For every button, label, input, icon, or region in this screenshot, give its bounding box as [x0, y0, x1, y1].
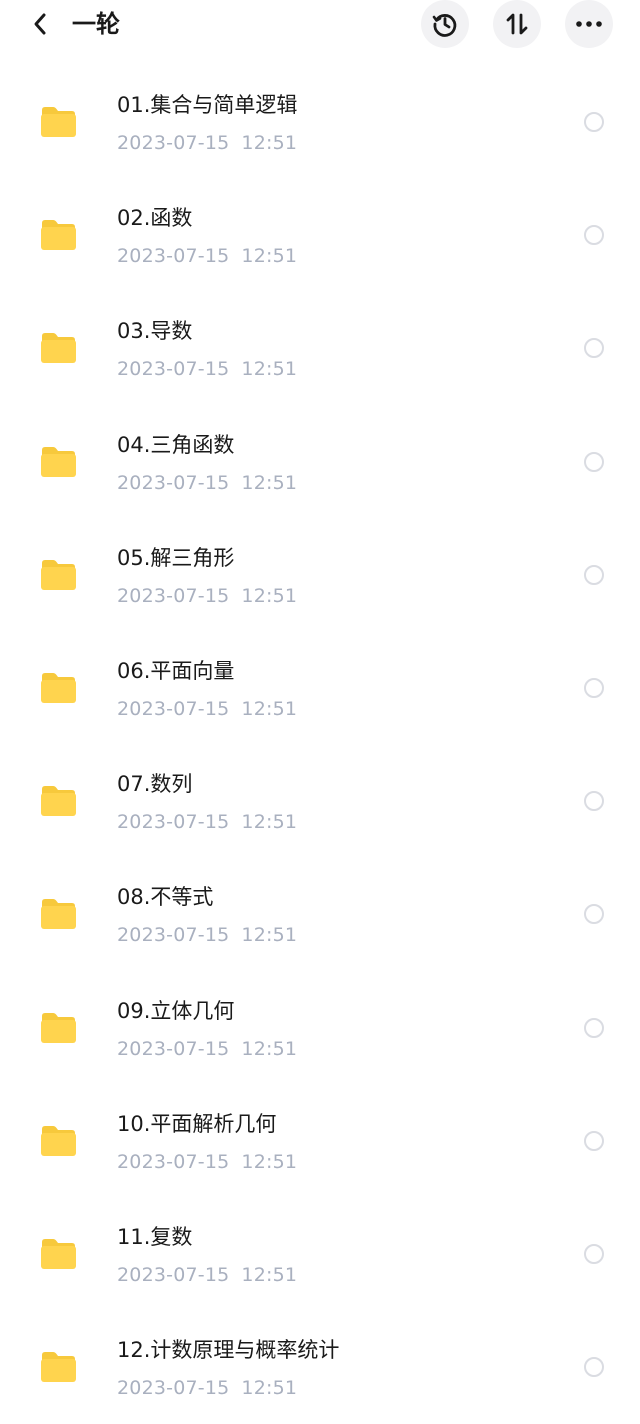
item-name: 04.三角函数 [117, 432, 235, 457]
history-button[interactable] [421, 0, 469, 48]
item-name: 11.复数 [117, 1224, 193, 1249]
header: 一轮 [0, 0, 640, 48]
item-meta: 2023-07-15 12:51 [117, 356, 297, 382]
item-date: 2023-07-15 [117, 245, 230, 268]
item-name: 05.解三角形 [117, 545, 235, 570]
select-radio[interactable] [584, 112, 604, 132]
select-radio[interactable] [584, 1243, 604, 1264]
sort-button[interactable] [493, 0, 541, 48]
more-icon [576, 21, 602, 27]
list-item[interactable]: 11.复数 2023-07-15 12:51 [0, 1198, 640, 1311]
folder-icon [41, 1012, 76, 1043]
item-meta: 2023-07-15 12:51 [117, 1036, 297, 1062]
item-date: 2023-07-15 [117, 811, 230, 834]
item-meta: 2023-07-15 12:51 [117, 809, 297, 835]
item-time: 12:51 [241, 1263, 298, 1286]
folder-icon [41, 446, 76, 477]
more-button[interactable] [565, 0, 613, 48]
page-title: 一轮 [72, 10, 120, 38]
list-item[interactable]: 06.平面向量 2023-07-15 12:51 [0, 632, 640, 745]
item-name: 02.函数 [117, 206, 193, 231]
item-date: 2023-07-15 [117, 471, 230, 494]
folder-icon [41, 559, 76, 590]
item-date: 2023-07-15 [117, 1037, 230, 1060]
item-name: 03.导数 [117, 319, 193, 344]
folder-icon [41, 220, 76, 251]
list-item[interactable]: 05.解三角形 2023-07-15 12:51 [0, 519, 640, 632]
item-date: 2023-07-15 [117, 1150, 230, 1173]
select-radio[interactable] [584, 225, 604, 246]
item-name: 08.不等式 [117, 885, 214, 910]
list-item[interactable]: 12.计数原理与概率统计 2023-07-15 12:51 [0, 1311, 640, 1424]
item-time: 12:51 [241, 924, 298, 947]
item-time: 12:51 [241, 811, 298, 834]
item-name: 06.平面向量 [117, 658, 235, 683]
list-item[interactable]: 03.导数 2023-07-15 12:51 [0, 292, 640, 405]
item-time: 12:51 [241, 471, 298, 494]
item-time: 12:51 [241, 132, 298, 154]
list-item[interactable]: 02.函数 2023-07-15 12:51 [0, 179, 640, 292]
select-radio[interactable] [584, 677, 604, 698]
list-item[interactable]: 09.立体几何 2023-07-15 12:51 [0, 972, 640, 1085]
folder-icon [41, 786, 76, 817]
item-name: 01.集合与简单逻辑 [117, 93, 298, 117]
item-meta: 2023-07-15 12:51 [117, 696, 297, 722]
item-name: 12.计数原理与概率统计 [117, 1338, 340, 1363]
item-meta: 2023-07-15 12:51 [117, 130, 297, 156]
file-list: 01.集合与简单逻辑 2023-07-15 12:51 02.函数 2023-07… [0, 66, 640, 1424]
item-meta: 2023-07-15 12:51 [117, 583, 297, 609]
list-item[interactable]: 10.平面解析几何 2023-07-15 12:51 [0, 1085, 640, 1198]
sort-icon [506, 13, 528, 35]
select-radio[interactable] [584, 564, 604, 585]
item-time: 12:51 [241, 1037, 298, 1060]
list-item[interactable]: 07.数列 2023-07-15 12:51 [0, 745, 640, 858]
item-meta: 2023-07-15 12:51 [117, 470, 297, 496]
item-name: 09.立体几何 [117, 998, 235, 1023]
folder-icon [41, 672, 76, 703]
select-radio[interactable] [584, 1357, 604, 1378]
item-time: 12:51 [241, 245, 298, 268]
select-radio[interactable] [584, 904, 604, 925]
item-date: 2023-07-15 [117, 132, 230, 154]
list-item[interactable]: 04.三角函数 2023-07-15 12:51 [0, 406, 640, 519]
folder-icon [41, 107, 76, 137]
item-meta: 2023-07-15 12:51 [117, 922, 297, 948]
select-radio[interactable] [584, 1017, 604, 1038]
folder-icon [41, 899, 76, 930]
item-name: 07.数列 [117, 772, 193, 797]
item-date: 2023-07-15 [117, 1263, 230, 1286]
item-meta: 2023-07-15 12:51 [117, 1149, 297, 1175]
item-date: 2023-07-15 [117, 924, 230, 947]
history-icon [432, 14, 457, 37]
select-radio[interactable] [584, 1130, 604, 1151]
list-item[interactable]: 08.不等式 2023-07-15 12:51 [0, 858, 640, 971]
select-radio[interactable] [584, 451, 604, 472]
item-date: 2023-07-15 [117, 1377, 230, 1400]
item-name: 10.平面解析几何 [117, 1111, 277, 1136]
list-item[interactable]: 01.集合与简单逻辑 2023-07-15 12:51 [0, 66, 640, 179]
folder-icon [41, 333, 76, 364]
select-radio[interactable] [584, 791, 604, 812]
item-meta: 2023-07-15 12:51 [117, 1375, 297, 1401]
folder-icon [41, 1238, 76, 1269]
folder-icon [41, 1125, 76, 1156]
item-time: 12:51 [241, 358, 298, 381]
item-date: 2023-07-15 [117, 358, 230, 381]
select-radio[interactable] [584, 338, 604, 359]
item-time: 12:51 [241, 584, 298, 607]
item-date: 2023-07-15 [117, 697, 230, 720]
item-time: 12:51 [241, 697, 298, 720]
folder-icon [41, 1352, 76, 1383]
item-time: 12:51 [241, 1150, 298, 1173]
item-meta: 2023-07-15 12:51 [117, 243, 297, 269]
item-date: 2023-07-15 [117, 584, 230, 607]
back-button[interactable] [22, 8, 58, 40]
chevron-left-icon [34, 13, 46, 35]
item-time: 12:51 [241, 1377, 298, 1400]
item-meta: 2023-07-15 12:51 [117, 1262, 297, 1288]
